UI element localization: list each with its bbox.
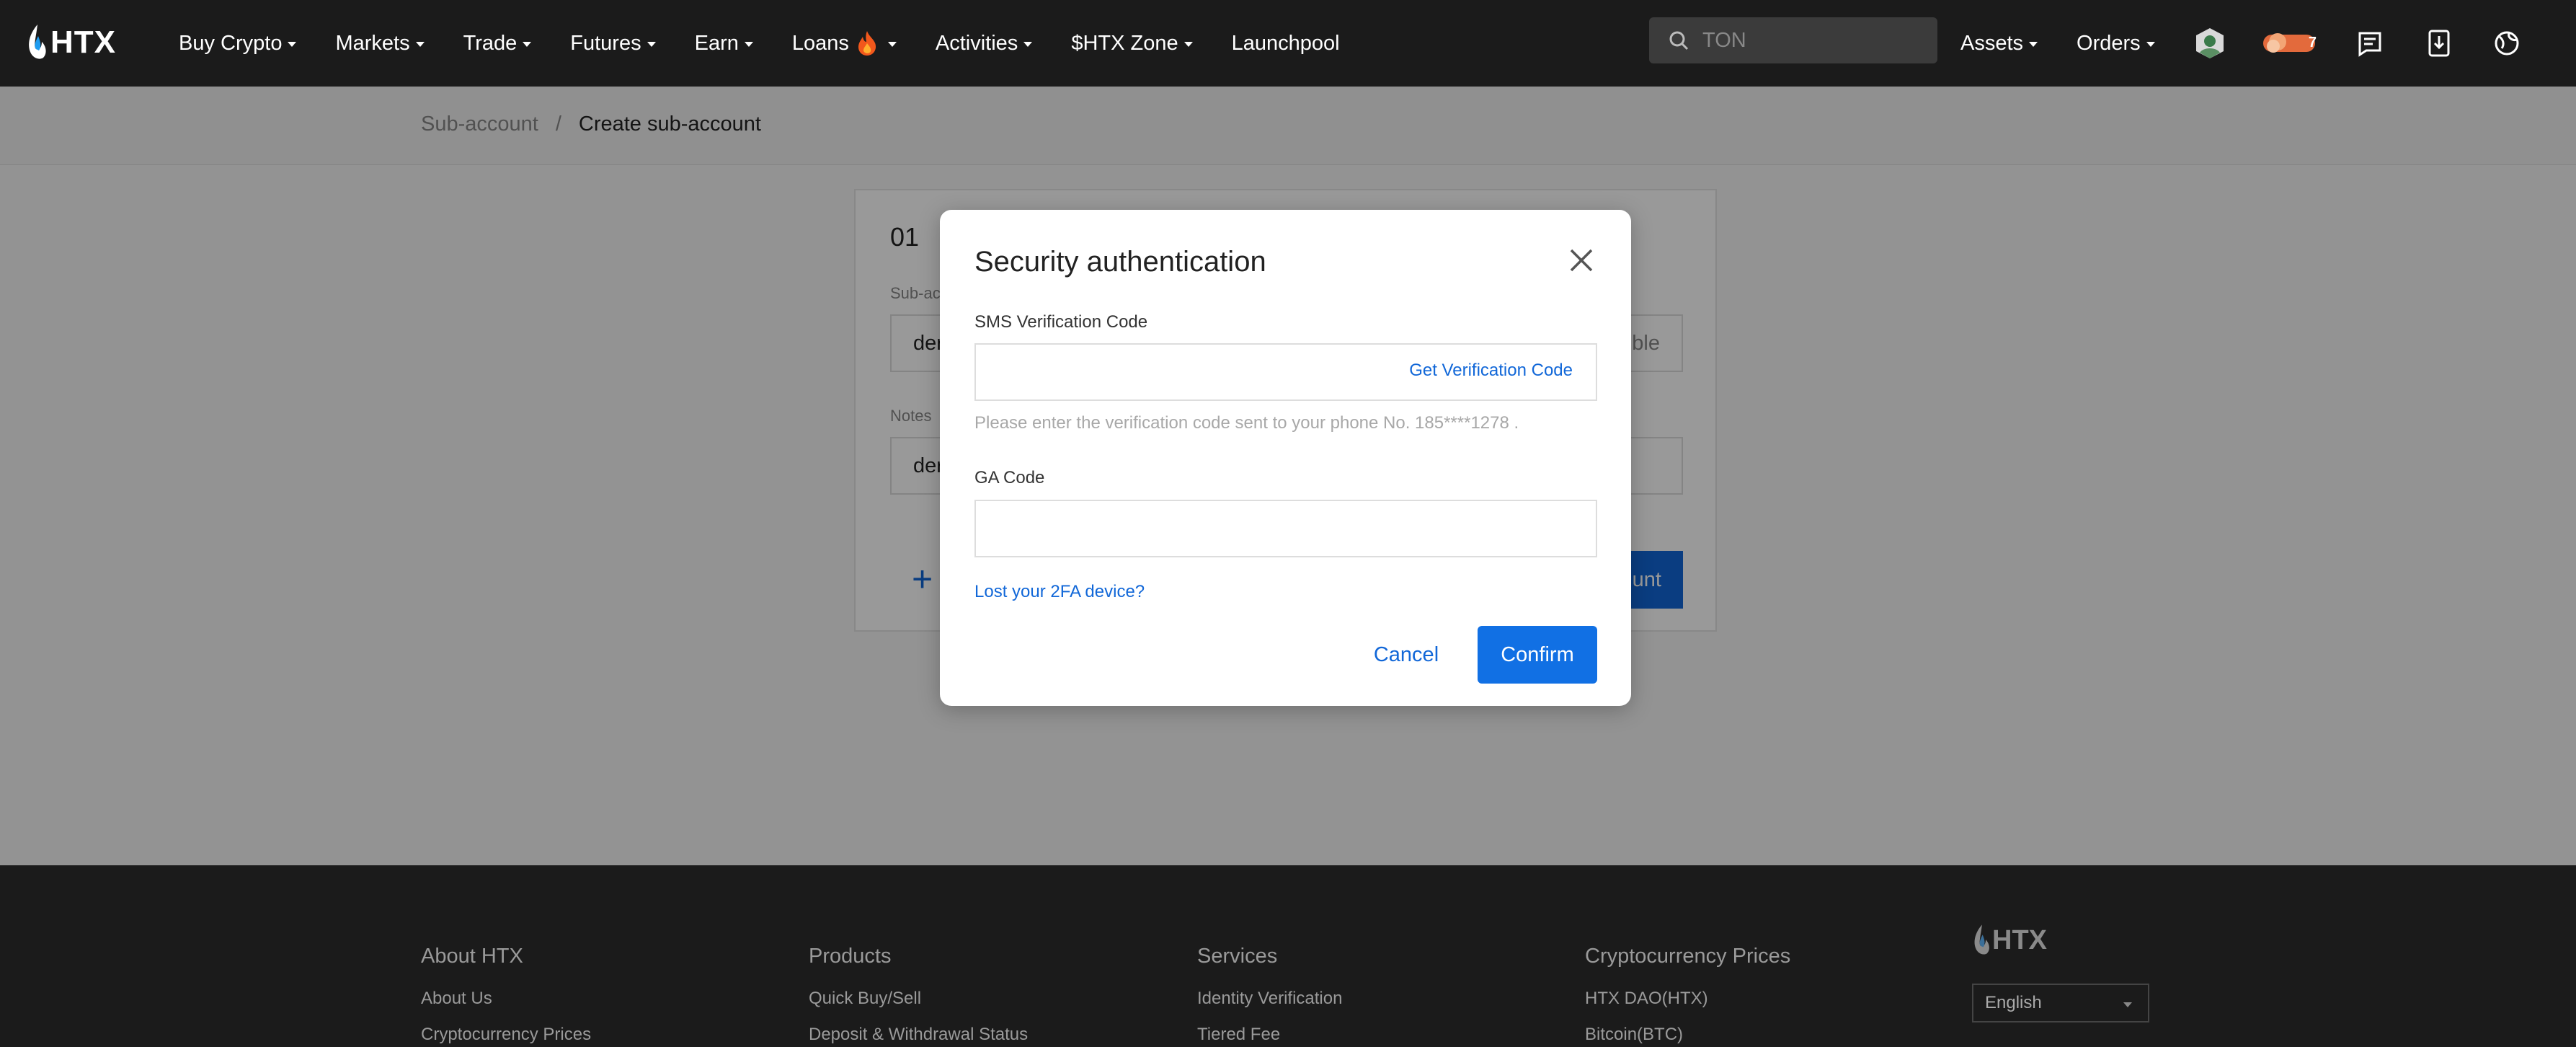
ga-code-field — [974, 500, 1597, 557]
nav-label: Orders — [2077, 31, 2141, 55]
language-select[interactable]: English — [1972, 984, 2149, 1022]
avatar-button[interactable] — [2191, 25, 2229, 62]
nav-markets[interactable]: Markets — [335, 31, 425, 56]
footer-link[interactable]: HTX DAO(HTX) — [1585, 989, 1790, 1009]
footer-htx-logo: HTX — [1972, 923, 2047, 958]
footer-link[interactable]: About Us — [421, 989, 591, 1009]
nav-htx-zone[interactable]: $HTX Zone — [1071, 31, 1193, 56]
dialog-title: Security authentication — [974, 246, 1266, 278]
sms-code-field: Get Verification Code — [974, 343, 1597, 401]
chevron-down-icon — [1023, 41, 1033, 47]
nav-launchpool[interactable]: Launchpool — [1232, 32, 1340, 56]
right-menu: Assets Orders — [1960, 0, 2194, 87]
footer-column-title: Services — [1197, 945, 1278, 968]
chevron-down-icon — [523, 41, 532, 47]
security-authentication-dialog: Security authentication SMS Verification… — [940, 210, 1631, 706]
nav-label: Assets — [1960, 31, 2024, 55]
messages-button[interactable] — [2351, 25, 2389, 62]
footer-column-products: Products Quick Buy/Sell Deposit & Withdr… — [809, 945, 1028, 1045]
chevron-down-icon — [647, 41, 656, 47]
nav-assets[interactable]: Assets — [1960, 32, 2038, 56]
sms-code-label: SMS Verification Code — [974, 312, 1148, 332]
sms-code-input[interactable] — [976, 345, 1380, 399]
footer-link[interactable]: Quick Buy/Sell — [809, 989, 1028, 1009]
chevron-down-icon — [415, 41, 425, 47]
get-verification-code-button[interactable]: Get Verification Code — [1409, 361, 1573, 381]
nav-label: $HTX Zone — [1071, 31, 1178, 55]
footer-column-prices: Cryptocurrency Prices HTX DAO(HTX) Bitco… — [1585, 945, 1790, 1045]
language-value: English — [1985, 993, 2042, 1012]
footer-column-title: Products — [809, 945, 892, 968]
nav-earn[interactable]: Earn — [695, 32, 753, 56]
search-box[interactable] — [1649, 17, 1937, 63]
search-icon — [1669, 31, 1689, 50]
chevron-down-icon — [2146, 41, 2155, 47]
chevron-down-icon — [887, 41, 897, 47]
confirm-button[interactable]: Confirm — [1478, 626, 1597, 684]
nav-label: Futures — [570, 31, 641, 55]
language-button[interactable] — [2488, 25, 2526, 62]
close-button[interactable] — [1567, 246, 1596, 275]
cancel-button[interactable]: Cancel — [1367, 626, 1446, 684]
close-icon — [1570, 249, 1593, 272]
main-menu: Buy Crypto Markets Trade Futures Earn Lo… — [179, 0, 1379, 87]
nav-trade[interactable]: Trade — [463, 32, 532, 56]
nav-label: Launchpool — [1231, 31, 1340, 55]
footer: About HTX About Us Cryptocurrency Prices… — [0, 865, 2576, 1047]
ga-code-label: GA Code — [974, 468, 1045, 487]
language-icon — [2495, 31, 2519, 56]
sms-code-hint: Please enter the verification code sent … — [974, 413, 1519, 433]
footer-logo-text: HTX — [1992, 924, 2047, 955]
nav-loans[interactable]: Loans — [792, 30, 897, 56]
nav-orders[interactable]: Orders — [2077, 32, 2155, 56]
nav-label: Loans — [791, 31, 849, 55]
chevron-down-icon — [744, 41, 753, 47]
footer-link[interactable]: Tiered Fee — [1197, 1025, 1342, 1045]
fire-icon — [858, 31, 876, 56]
nav-label: Earn — [694, 31, 739, 55]
nav-label: Trade — [463, 31, 518, 55]
footer-column-title: About HTX — [421, 945, 523, 968]
nav-label: Buy Crypto — [179, 31, 283, 55]
logo-text: HTX — [50, 25, 116, 60]
chevron-down-icon — [2029, 41, 2038, 47]
rewards-count: 7 — [2308, 35, 2317, 50]
download-icon — [2428, 30, 2450, 57]
footer-link[interactable]: Cryptocurrency Prices — [421, 1025, 591, 1045]
footer-column-title: Cryptocurrency Prices — [1585, 945, 1791, 968]
flame-logo-icon — [29, 25, 46, 59]
nav-activities[interactable]: Activities — [935, 31, 1033, 56]
avatar-icon — [2196, 28, 2224, 58]
footer-column-services: Services Identity Verification Tiered Fe… — [1197, 945, 1342, 1045]
htx-logo[interactable]: HTX — [26, 19, 116, 66]
nav-label: Markets — [335, 31, 410, 55]
messages-icon — [2358, 32, 2381, 57]
nav-buy-crypto[interactable]: Buy Crypto — [179, 31, 297, 56]
rewards-button[interactable]: 7 — [2259, 25, 2319, 62]
nav-label: Activities — [935, 31, 1018, 55]
lost-2fa-link[interactable]: Lost your 2FA device? — [974, 582, 1145, 602]
chevron-down-icon — [2123, 1002, 2132, 1007]
footer-link[interactable]: Bitcoin(BTC) — [1585, 1025, 1790, 1045]
chevron-down-icon — [288, 41, 297, 47]
flame-logo-icon — [1974, 924, 1989, 955]
ga-code-input[interactable] — [976, 501, 1596, 556]
search-input[interactable] — [1701, 27, 1920, 53]
chevron-down-icon — [1183, 41, 1193, 47]
footer-column-about: About HTX About Us Cryptocurrency Prices — [421, 945, 591, 1045]
download-button[interactable] — [2420, 25, 2458, 62]
nav-futures[interactable]: Futures — [570, 31, 656, 56]
footer-link[interactable]: Identity Verification — [1197, 989, 1342, 1009]
footer-link[interactable]: Deposit & Withdrawal Status — [809, 1025, 1028, 1045]
top-navigation: HTX Buy Crypto Markets Trade Futures Ear… — [0, 0, 2576, 87]
